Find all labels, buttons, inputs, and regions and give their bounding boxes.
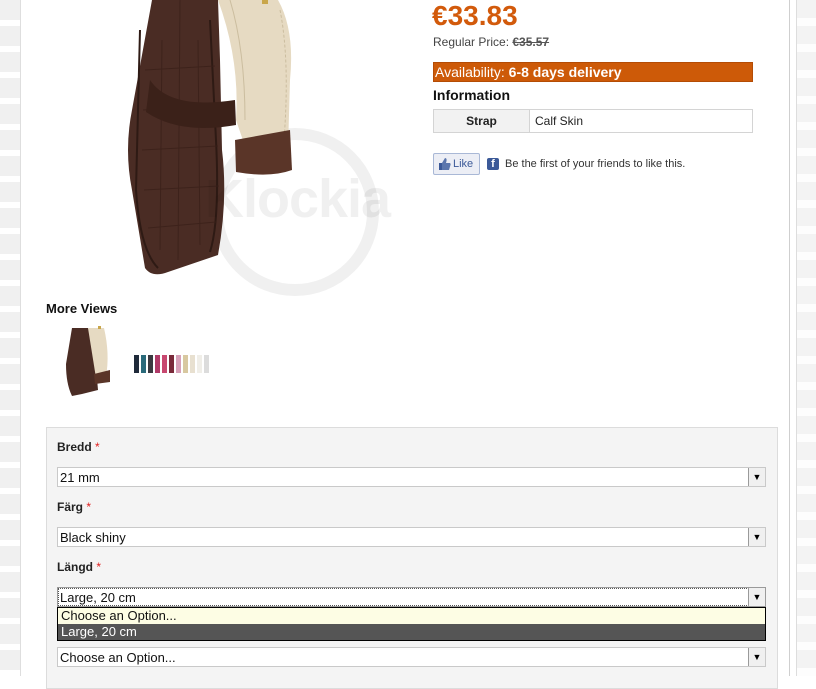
info-row-label: Strap [434, 110, 530, 132]
width-select[interactable]: 21 mm ▼ [57, 467, 766, 487]
product-price: €33.83 [432, 0, 518, 31]
chevron-down-icon[interactable]: ▼ [748, 468, 765, 486]
required-marker: * [96, 560, 102, 574]
information-title: Information [433, 87, 510, 103]
facebook-friends-text: Be the first of your friends to like thi… [505, 158, 686, 170]
length-select-value: Large, 20 cm [60, 590, 136, 605]
thumbs-up-icon [439, 158, 451, 170]
watermark-text: Klockia [205, 169, 391, 229]
thumbnail-color-variants[interactable] [132, 352, 218, 376]
length-dropdown-list[interactable]: Choose an Option... Large, 20 cm [57, 607, 766, 641]
length-label-text: Längd [57, 560, 93, 574]
required-marker: * [95, 440, 100, 454]
info-row-value: Calf Skin [535, 114, 584, 128]
width-select-value: 21 mm [60, 470, 100, 485]
regular-price-value: €35.57 [512, 35, 550, 49]
chevron-down-icon[interactable]: ▼ [748, 528, 765, 546]
length-select[interactable]: Large, 20 cm ▼ [57, 587, 766, 607]
chevron-down-icon[interactable]: ▼ [748, 648, 765, 666]
dropdown-option-selected[interactable]: Large, 20 cm [58, 624, 765, 640]
required-marker: * [86, 500, 92, 514]
content-border [789, 0, 790, 676]
information-table: Strap Calf Skin [433, 109, 753, 133]
regular-price: Regular Price: €35.57 [433, 35, 549, 49]
chevron-down-icon[interactable]: ▼ [748, 588, 765, 606]
next-option-select[interactable]: Choose an Option... ▼ [57, 647, 766, 667]
facebook-icon: f [487, 158, 499, 170]
facebook-like-button[interactable]: Like [433, 153, 480, 175]
product-image[interactable] [40, 0, 420, 300]
dropdown-option[interactable]: Choose an Option... [58, 608, 765, 624]
next-select-value: Choose an Option... [60, 650, 176, 665]
width-label-text: Bredd [57, 440, 92, 454]
like-label: Like [453, 158, 474, 170]
width-option-label: Bredd * [57, 440, 100, 454]
left-gutter [0, 0, 20, 676]
color-option-label: Färg * [57, 500, 91, 514]
color-select[interactable]: Black shiny ▼ [57, 527, 766, 547]
right-gutter [797, 0, 816, 676]
color-label-text: Färg [57, 500, 84, 514]
color-select-value: Black shiny [60, 530, 126, 545]
thumbnail-brown-strap[interactable] [58, 324, 118, 400]
gutter-divider [20, 0, 21, 676]
availability-bar: Availability: 6-8 days delivery [433, 62, 753, 82]
regular-price-label: Regular Price: [433, 35, 510, 49]
length-option-label: Längd * [57, 560, 101, 574]
availability-value: 6-8 days delivery [508, 64, 622, 80]
availability-label: Availability: [435, 64, 505, 80]
more-views-title: More Views [46, 301, 118, 316]
